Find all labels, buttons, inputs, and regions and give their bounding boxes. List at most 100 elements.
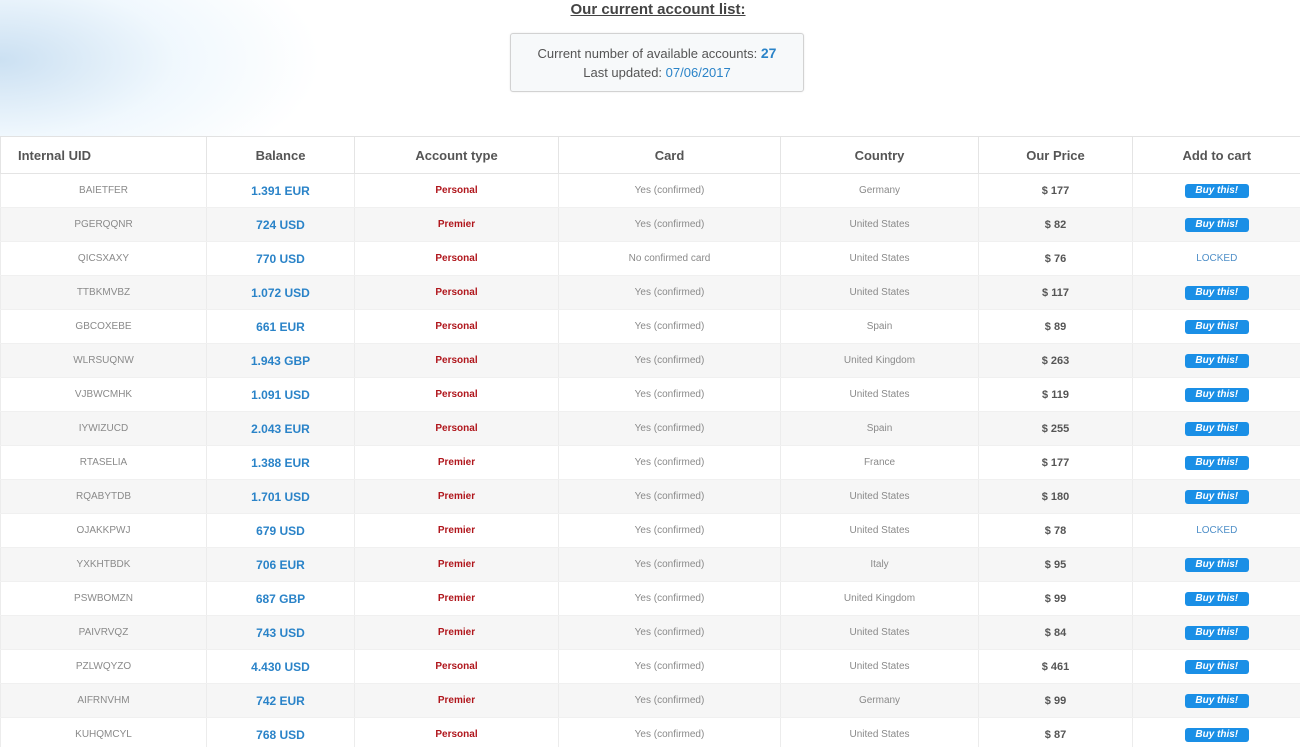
cell-country: Germany — [780, 173, 979, 208]
table-row: PSWBOMZN 687 GBP Premier Yes (confirmed) Uni… — [0, 581, 1300, 616]
cell-price: $ 82 — [978, 207, 1133, 242]
account-table-container: Internal UID Balance Account type Card C… — [0, 136, 1300, 747]
cell-country: United Kingdom — [780, 343, 979, 378]
table-row: AIFRNVHM 742 EUR Premier Yes (confirmed) Ger… — [0, 683, 1300, 718]
cell-add-to-cart: Buy this! — [1132, 615, 1300, 650]
cell-price: $ 87 — [978, 717, 1133, 747]
cell-add-to-cart: LOCKED — [1132, 241, 1300, 276]
last-updated-line: Last updated: 07/06/2017 — [511, 63, 803, 82]
buy-this-button[interactable]: Buy this! — [1184, 353, 1249, 368]
cell-country: Spain — [780, 411, 979, 446]
column-header-balance[interactable]: Balance — [206, 137, 355, 174]
cell-uid: PGERQQNR — [0, 207, 207, 242]
cell-card: Yes (confirmed) — [558, 411, 781, 446]
cell-price: $ 461 — [978, 649, 1133, 684]
cell-balance: 1.072 USD — [206, 275, 355, 310]
cell-add-to-cart: LOCKED — [1132, 513, 1300, 548]
cell-account-type: Premier — [354, 683, 559, 718]
cell-uid: PAIVRVQZ — [0, 615, 207, 650]
table-row: OJAKKPWJ 679 USD Premier Yes (confirmed) Uni… — [0, 513, 1300, 548]
table-row: IYWIZUCD 2.043 EUR Personal Yes (confirmed)… — [0, 411, 1300, 446]
cell-price: $ 84 — [978, 615, 1133, 650]
cell-country: France — [780, 445, 979, 480]
cell-uid: PZLWQYZO — [0, 649, 207, 684]
column-header-uid[interactable]: Internal UID — [0, 137, 207, 174]
column-header-add-to-cart[interactable]: Add to cart — [1132, 137, 1300, 174]
cell-uid: BAIETFER — [0, 173, 207, 208]
cell-uid: WLRSUQNW — [0, 343, 207, 378]
account-count-label: Current number of available accounts: — [537, 46, 758, 61]
cell-account-type: Personal — [354, 241, 559, 276]
buy-this-button[interactable]: Buy this! — [1184, 217, 1249, 232]
cell-add-to-cart: Buy this! — [1132, 275, 1300, 310]
last-updated-value: 07/06/2017 — [665, 65, 731, 80]
cell-add-to-cart: Buy this! — [1132, 309, 1300, 344]
buy-this-button[interactable]: Buy this! — [1184, 285, 1249, 300]
table-row: PAIVRVQZ 743 USD Premier Yes (confirmed) Uni… — [0, 615, 1300, 650]
column-header-country[interactable]: Country — [780, 137, 979, 174]
cell-country: United States — [780, 207, 979, 242]
buy-this-button[interactable]: Buy this! — [1184, 557, 1249, 572]
table-row: WLRSUQNW 1.943 GBP Personal Yes (confirmed)… — [0, 343, 1300, 378]
buy-this-button[interactable]: Buy this! — [1184, 625, 1249, 640]
cell-price: $ 117 — [978, 275, 1133, 310]
cell-country: Germany — [780, 683, 979, 718]
cell-balance: 743 USD — [206, 615, 355, 650]
cell-account-type: Personal — [354, 377, 559, 412]
cell-balance: 1.388 EUR — [206, 445, 355, 480]
table-row: YXKHTBDK 706 EUR Premier Yes (confirmed) Ita… — [0, 547, 1300, 582]
cell-balance: 4.430 USD — [206, 649, 355, 684]
buy-this-button[interactable]: Buy this! — [1184, 387, 1249, 402]
table-row: VJBWCMHK 1.091 USD Personal Yes (confirmed)… — [0, 377, 1300, 412]
cell-card: Yes (confirmed) — [558, 445, 781, 480]
cell-add-to-cart: Buy this! — [1132, 547, 1300, 582]
cell-balance: 742 EUR — [206, 683, 355, 718]
cell-add-to-cart: Buy this! — [1132, 377, 1300, 412]
table-row: QICSXAXY 770 USD Personal No confirmed card… — [0, 241, 1300, 276]
cell-uid: RQABYTDB — [0, 479, 207, 514]
column-header-price[interactable]: Our Price — [978, 137, 1133, 174]
column-header-card[interactable]: Card — [558, 137, 781, 174]
cell-uid: VJBWCMHK — [0, 377, 207, 412]
buy-this-button[interactable]: Buy this! — [1184, 421, 1249, 436]
cell-card: No confirmed card — [558, 241, 781, 276]
cell-card: Yes (confirmed) — [558, 207, 781, 242]
table-row: BAIETFER 1.391 EUR Personal Yes (confirmed)… — [0, 173, 1300, 208]
account-info-box: Current number of available accounts: 27… — [510, 33, 804, 92]
cell-balance: 706 EUR — [206, 547, 355, 582]
cell-uid: YXKHTBDK — [0, 547, 207, 582]
cell-country: United States — [780, 717, 979, 747]
cell-account-type: Premier — [354, 547, 559, 582]
table-row: TTBKMVBZ 1.072 USD Personal Yes (confirmed)… — [0, 275, 1300, 310]
cell-add-to-cart: Buy this! — [1132, 479, 1300, 514]
buy-this-button[interactable]: Buy this! — [1184, 727, 1249, 742]
table-row: GBCOXEBE 661 EUR Personal Yes (confirmed) Sp… — [0, 309, 1300, 344]
buy-this-button[interactable]: Buy this! — [1184, 659, 1249, 674]
cell-account-type: Personal — [354, 173, 559, 208]
buy-this-button[interactable]: Buy this! — [1184, 319, 1249, 334]
cell-card: Yes (confirmed) — [558, 173, 781, 208]
buy-this-button[interactable]: Buy this! — [1184, 591, 1249, 606]
page-heading: Our current account list: — [570, 1, 746, 18]
cell-balance: 1.701 USD — [206, 479, 355, 514]
column-header-account-type[interactable]: Account type — [354, 137, 559, 174]
buy-this-button[interactable]: Buy this! — [1184, 183, 1249, 198]
cell-price: $ 76 — [978, 241, 1133, 276]
cell-country: Italy — [780, 547, 979, 582]
cell-country: United States — [780, 275, 979, 310]
cell-country: United States — [780, 513, 979, 548]
cell-country: United States — [780, 649, 979, 684]
buy-this-button[interactable]: Buy this! — [1184, 489, 1249, 504]
cell-account-type: Personal — [354, 275, 559, 310]
cell-balance: 724 USD — [206, 207, 355, 242]
cell-balance: 661 EUR — [206, 309, 355, 344]
account-count-line: Current number of available accounts: 27 — [511, 44, 803, 63]
page: Our current account list: Current number… — [0, 0, 1300, 747]
buy-this-button[interactable]: Buy this! — [1184, 455, 1249, 470]
cell-price: $ 177 — [978, 445, 1133, 480]
cell-add-to-cart: Buy this! — [1132, 173, 1300, 208]
account-table-body: BAIETFER 1.391 EUR Personal Yes (confirmed)… — [0, 173, 1300, 747]
cell-price: $ 95 — [978, 547, 1133, 582]
buy-this-button[interactable]: Buy this! — [1184, 693, 1249, 708]
table-row: PZLWQYZO 4.430 USD Personal Yes (confirmed)… — [0, 649, 1300, 684]
